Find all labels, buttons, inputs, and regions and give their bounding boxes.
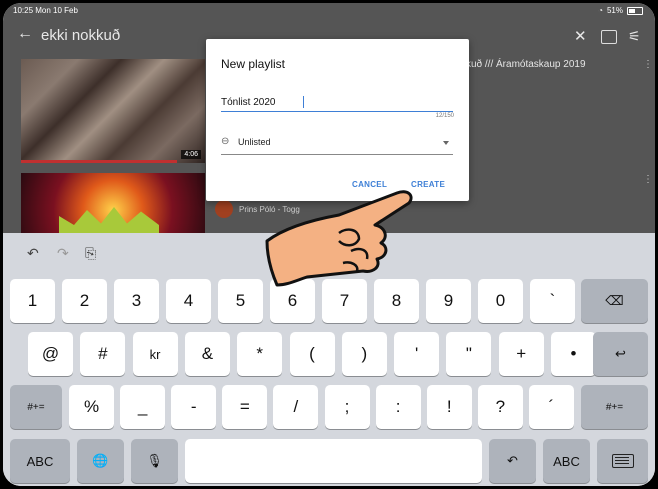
hide-keyboard-key[interactable] [597,439,648,483]
channel-avatar [215,200,233,218]
status-right: ◔ 51% [598,6,643,15]
symbols-toggle-key-right[interactable]: #+= [581,385,648,429]
character-key[interactable]: 5 [218,279,263,323]
character-key[interactable]: 0 [478,279,523,323]
more-options-icon[interactable]: ⋮ [643,59,653,70]
character-key[interactable]: " [446,332,492,376]
redo-icon[interactable]: ↷ [57,245,69,262]
undo-icon[interactable]: ↶ [27,245,39,262]
close-icon[interactable]: ✕ [574,27,587,45]
video-thumbnail-2[interactable] [21,173,205,235]
youtube-playlist-page: 10:25 Mon 10 Feb ◔ 51% ← ekki nokkuð ✕ ⚟… [3,3,655,235]
filter-icon[interactable]: ⚟ [628,28,641,45]
character-key[interactable]: 6 [270,279,315,323]
character-key[interactable]: @ [28,332,73,376]
wifi-icon: ◔ [598,6,603,15]
character-key[interactable]: 7 [322,279,367,323]
paste-icon[interactable]: ⎘ [85,245,96,262]
playlist-name-input[interactable] [221,94,453,112]
character-key[interactable]: ' [394,332,440,376]
back-arrow-icon[interactable]: ← [17,25,33,43]
status-time: 10:25 Mon 10 Feb [13,6,78,15]
character-key[interactable]: 4 [166,279,211,323]
hide-keyboard-icon [611,454,634,468]
character-key[interactable]: • [551,332,596,376]
character-key[interactable]: 2 [62,279,107,323]
keyboard-undo-key[interactable]: ↶ [489,439,536,483]
keyboard-shortcut-bar: ↶ ↷ ⎘ [3,233,655,273]
video-duration: 4:06 [181,150,201,159]
dropdown-arrow-icon [443,141,449,145]
character-key[interactable]: - [171,385,217,429]
privacy-select[interactable]: ⊖ Unlisted [221,134,453,155]
character-key[interactable]: ; [324,385,370,429]
more-options-icon[interactable]: ⋮ [643,174,653,185]
new-playlist-dialog: New playlist 12/150 ⊖ Unlisted CANCEL CR… [206,39,469,201]
watch-progress-bar [21,160,178,163]
character-key[interactable]: & [184,332,230,376]
ipad-screen: 10:25 Mon 10 Feb ◔ 51% ← ekki nokkuð ✕ ⚟… [3,3,655,486]
character-key[interactable]: / [273,385,319,429]
create-button[interactable]: CREATE [411,180,445,189]
battery-icon [627,6,643,15]
character-key[interactable]: ? [477,385,523,429]
character-key[interactable]: kr [132,332,178,376]
abc-key-left[interactable]: ABC [10,439,70,483]
character-counter: 12/150 [435,113,454,119]
microphone-icon[interactable]: 🎙 [131,439,178,483]
character-key[interactable]: 9 [426,279,471,323]
character-key[interactable]: ! [426,385,472,429]
character-key[interactable]: 3 [114,279,159,323]
character-key[interactable]: 1 [10,279,55,323]
channel-name: Prins Póló - Togg [239,204,300,214]
abc-key-right[interactable]: ABC [543,439,590,483]
search-query[interactable]: ekki nokkuð [41,27,120,44]
link-icon: ⊖ [221,136,230,147]
cast-icon[interactable] [601,30,617,44]
video-thumbnail-1[interactable]: 4:06 [21,59,205,163]
character-key[interactable]: # [80,332,126,376]
character-key[interactable]: ( [289,332,335,376]
text-cursor [303,96,304,108]
character-key[interactable]: 8 [374,279,419,323]
return-key[interactable]: ↩ [593,332,648,376]
character-key[interactable]: ´ [528,385,574,429]
globe-icon[interactable]: 🌐 [77,439,124,483]
symbols-toggle-key-left[interactable]: #+= [10,385,62,429]
space-bar[interactable] [185,439,482,483]
character-key[interactable]: : [375,385,421,429]
cancel-button[interactable]: CANCEL [352,180,387,189]
character-key[interactable]: _ [120,385,166,429]
character-key[interactable]: * [237,332,283,376]
character-key[interactable]: % [69,385,114,429]
status-bar: 10:25 Mon 10 Feb ◔ 51% [3,3,655,17]
battery-percent: 51% [606,6,623,15]
dialog-title: New playlist [221,57,286,71]
character-key[interactable]: + [498,332,544,376]
character-key[interactable]: ) [341,332,387,376]
character-key[interactable]: = [222,385,268,429]
delete-key[interactable]: ⌫ [581,279,648,323]
onscreen-keyboard: ↶ ↷ ⎘ 1 2 3 4 5 6 7 8 9 0 ` ⌫ @ # kr & *() ' " + • ↩ #+= %… [3,233,655,486]
character-key[interactable]: ` [530,279,575,323]
crown-graphic [59,207,159,235]
video-title-1[interactable]: kkuð /// Áramótaskaup 2019 [461,59,586,70]
channel-row[interactable]: Prins Póló - Togg [215,200,300,218]
privacy-value: Unlisted [238,137,271,147]
